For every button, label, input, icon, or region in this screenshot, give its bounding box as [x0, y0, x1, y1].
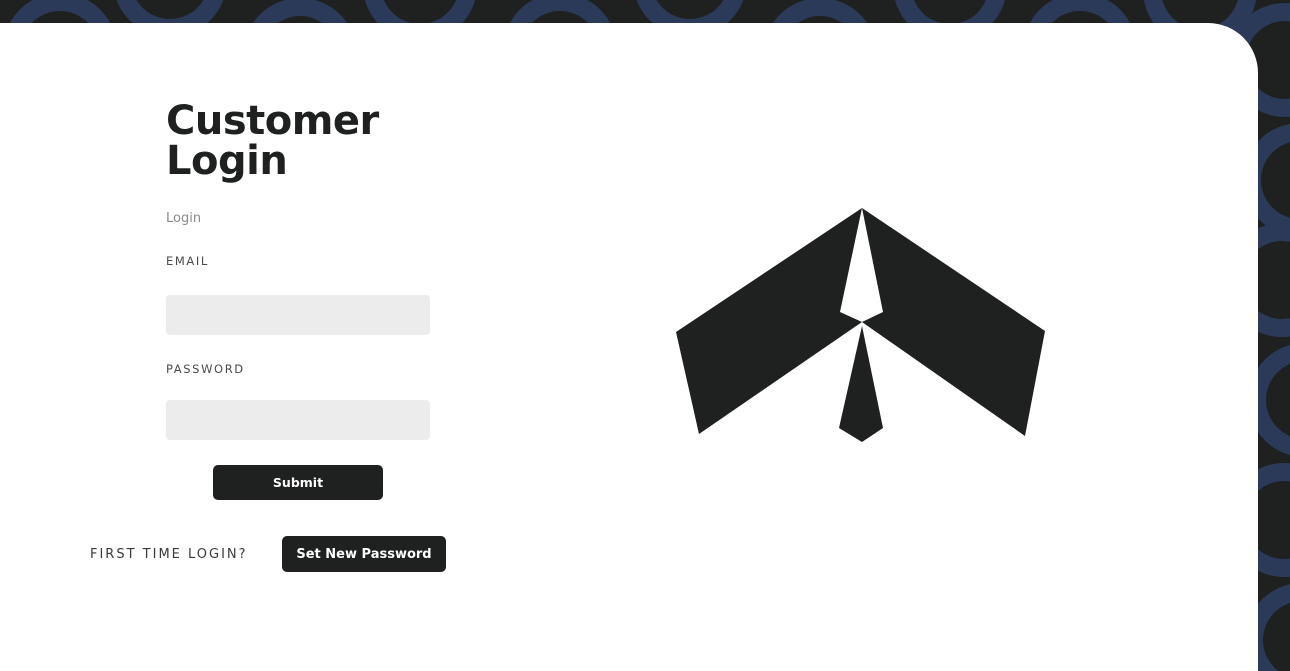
page-title: Customer Login — [166, 101, 379, 181]
first-time-login-text: FIRST TIME LOGIN? — [90, 547, 248, 562]
submit-button[interactable]: Submit — [213, 465, 383, 500]
password-field[interactable] — [166, 400, 430, 440]
login-subtitle: Login — [166, 211, 202, 226]
email-field[interactable] — [166, 295, 430, 335]
email-label: EMAIL — [166, 254, 209, 268]
page-title-line-1: Customer — [166, 98, 379, 144]
arrow-tie-logo-icon — [676, 208, 1045, 442]
password-label: PASSWORD — [166, 362, 245, 376]
set-new-password-button[interactable]: Set New Password — [282, 536, 446, 572]
page-title-line-2: Login — [166, 138, 288, 184]
page-background: Customer Login Login EMAIL PASSWORD Subm… — [0, 0, 1290, 671]
